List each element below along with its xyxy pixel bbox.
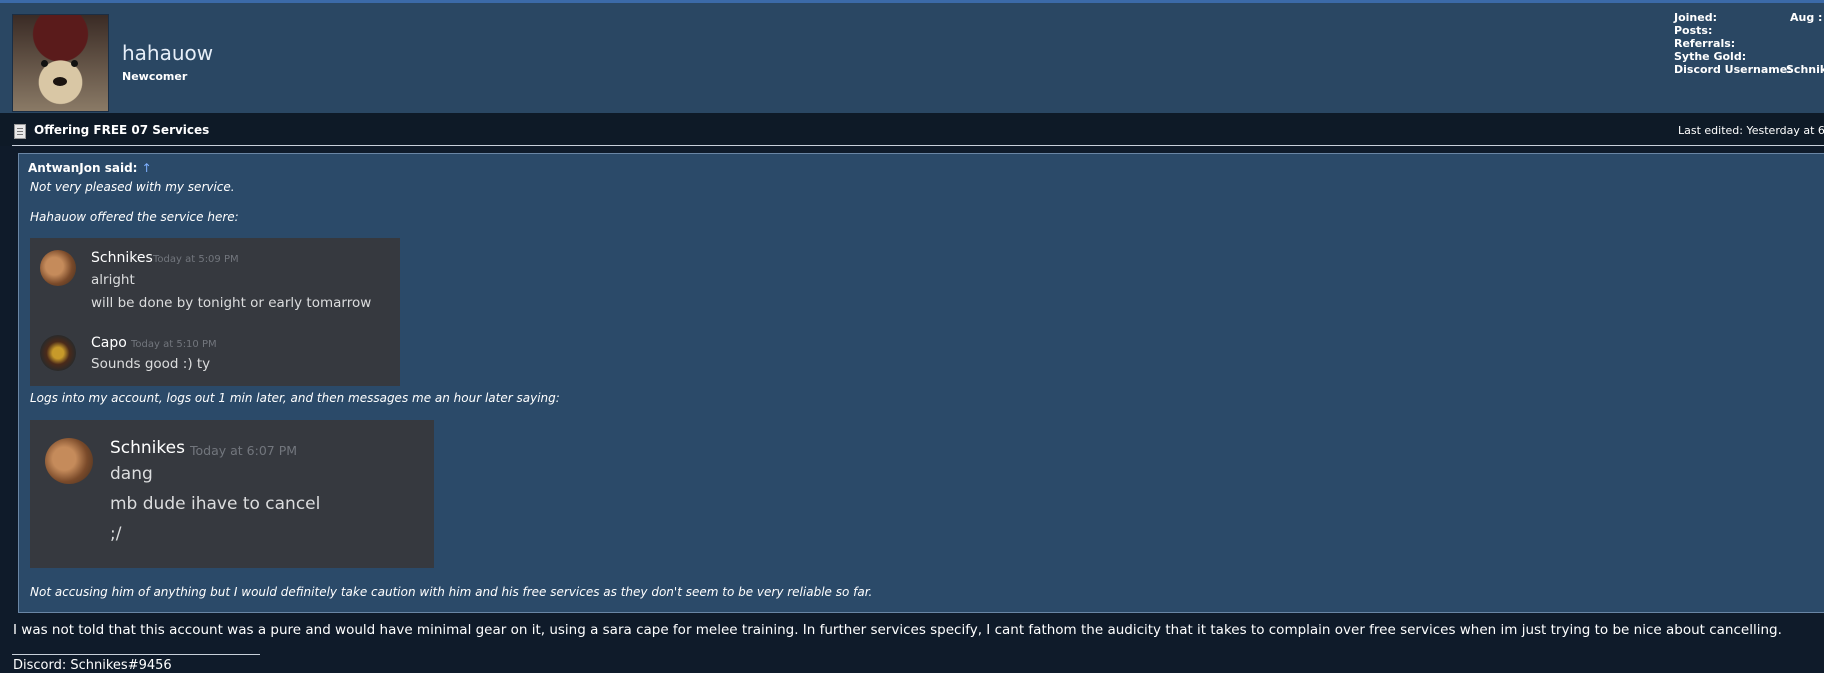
discord-timestamp: Today at 5:10 PM bbox=[131, 339, 217, 350]
stat-label: Discord Username: bbox=[1674, 63, 1792, 76]
stat-sythe-gold: Sythe Gold: bbox=[1674, 50, 1792, 63]
discord-username: Capo bbox=[91, 335, 127, 351]
signature: Discord: Schnikes#9456 bbox=[13, 658, 172, 673]
quote-line: Logs into my account, logs out 1 min lat… bbox=[30, 391, 560, 405]
stat-label: Posts: bbox=[1674, 24, 1713, 37]
doge-avatar-icon[interactable] bbox=[12, 14, 109, 112]
discord-message: ;/ bbox=[110, 524, 122, 544]
user-stats: Joined: Aug : Posts: Referrals: Sythe Go… bbox=[1674, 11, 1824, 76]
quote-line: Not accusing him of anything but I would… bbox=[30, 585, 873, 599]
post-title-bar bbox=[0, 113, 1824, 146]
stat-discord-username: Discord Username: Schnike bbox=[1674, 63, 1824, 76]
quote-author-name[interactable]: AntwanJon said: bbox=[28, 161, 137, 175]
discord-message: dang bbox=[110, 464, 153, 484]
stat-referrals: Referrals: bbox=[1674, 37, 1792, 50]
document-icon bbox=[14, 124, 26, 139]
stat-posts: Posts: bbox=[1674, 24, 1792, 37]
discord-message: Sounds good :) ty bbox=[91, 356, 211, 372]
user-rank: Newcomer bbox=[122, 70, 188, 83]
jump-to-quote-icon[interactable]: ↑ bbox=[142, 161, 152, 175]
stat-joined: Joined: Aug : bbox=[1674, 11, 1822, 24]
stat-label: Joined: bbox=[1674, 11, 1717, 24]
discord-username: Schnikes bbox=[91, 250, 153, 266]
stat-label: Sythe Gold: bbox=[1674, 50, 1747, 63]
discord-timestamp: Today at 5:09 PM bbox=[153, 254, 239, 265]
quote-line: Not very pleased with my service. bbox=[30, 180, 235, 194]
discord-message: alright bbox=[91, 272, 135, 288]
title-divider bbox=[12, 145, 1824, 146]
schnikes-avatar bbox=[40, 250, 76, 286]
discord-username: Schnikes bbox=[110, 438, 185, 458]
thread-title: Offering FREE 07 Services bbox=[34, 123, 210, 137]
discord-timestamp: Today at 6:07 PM bbox=[190, 443, 298, 458]
post-body: I was not told that this account was a p… bbox=[13, 622, 1782, 638]
quote-line: Hahauow offered the service here: bbox=[30, 210, 239, 224]
avatar-nose bbox=[53, 77, 67, 86]
discord-message: will be done by tonight or early tomarro… bbox=[91, 295, 372, 311]
stat-value: Aug : bbox=[1790, 11, 1823, 24]
avatar-eye bbox=[41, 60, 48, 67]
username-link[interactable]: hahauow bbox=[122, 41, 213, 65]
avatar-eye bbox=[71, 60, 78, 67]
discord-message: mb dude ihave to cancel bbox=[110, 494, 321, 514]
stat-label: Referrals: bbox=[1674, 37, 1736, 50]
stat-value: Schnike bbox=[1786, 63, 1824, 76]
schnikes-avatar bbox=[45, 438, 93, 484]
signature-divider bbox=[12, 654, 260, 655]
quote-author: AntwanJon said: ↑ bbox=[28, 161, 152, 175]
last-edited-text: Last edited: Yesterday at 6 bbox=[1678, 124, 1824, 137]
capo-avatar bbox=[40, 335, 76, 371]
post-header: hahauow Newcomer Joined: Aug : Posts: Re… bbox=[0, 3, 1824, 113]
